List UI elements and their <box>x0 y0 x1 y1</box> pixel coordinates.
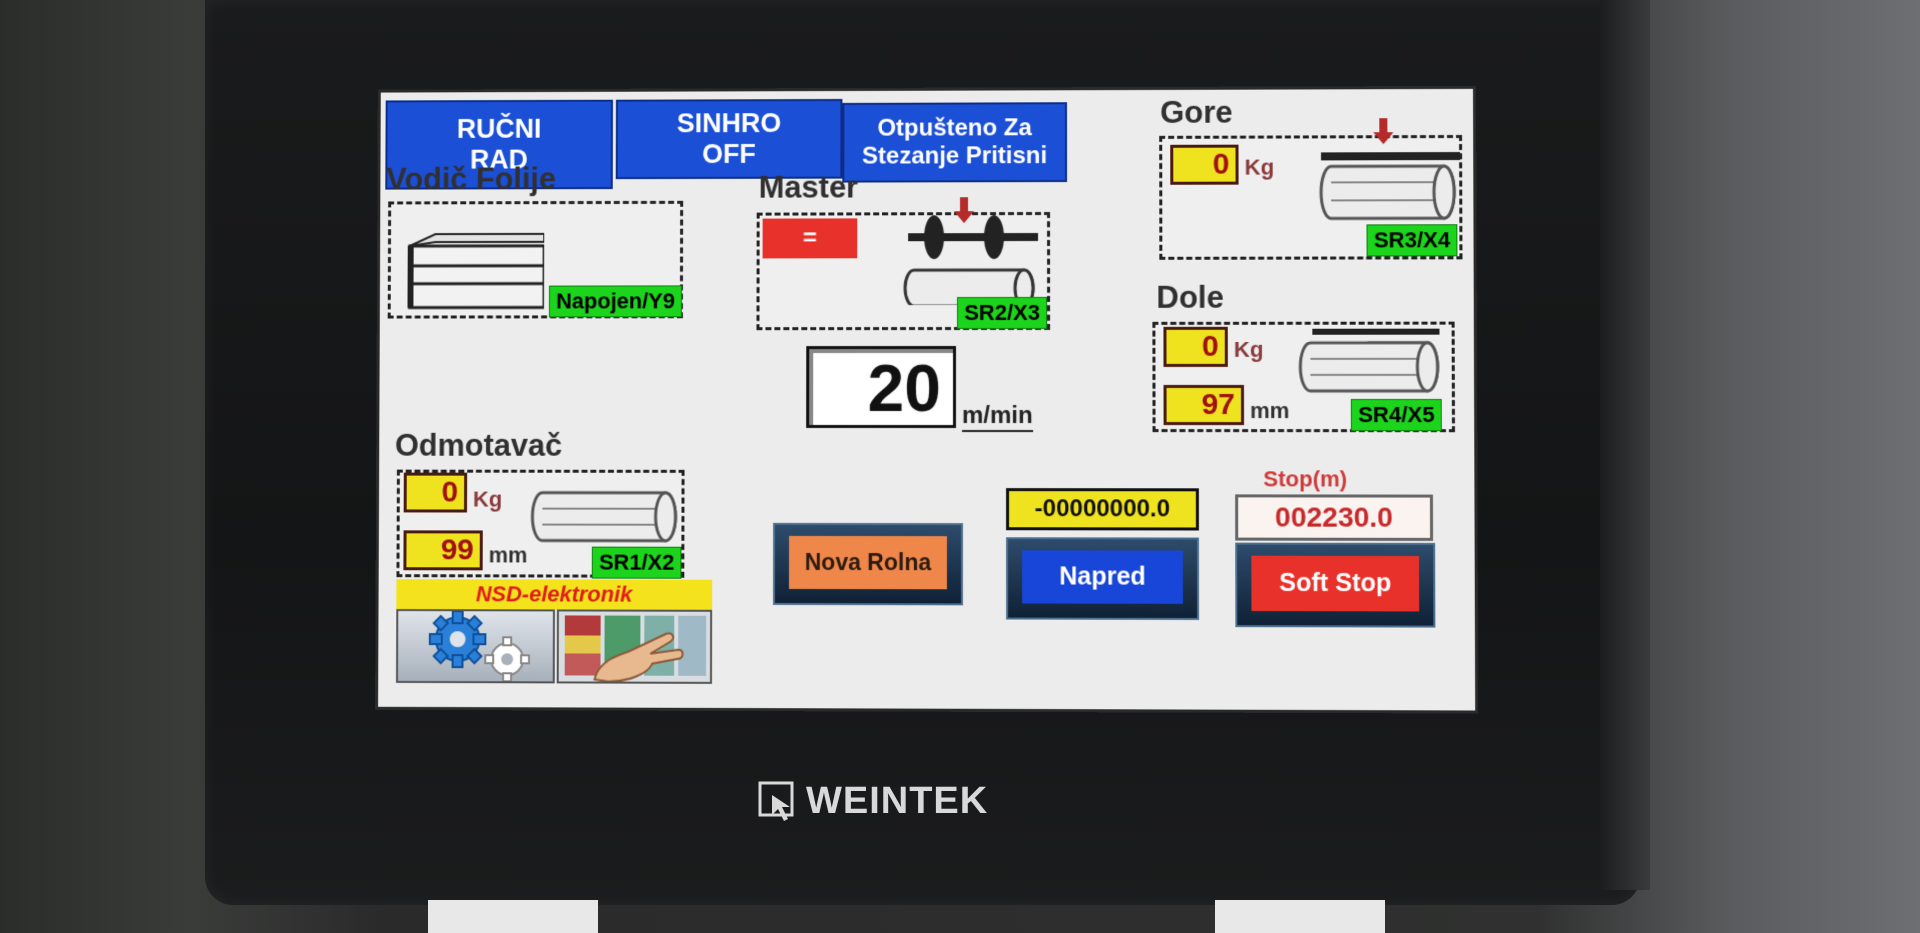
forward-button[interactable]: Napred <box>1022 550 1183 604</box>
odmotavac-panel: 0 Kg 99 mm SR1/X2 <box>396 469 685 579</box>
gore-weight-unit: Kg <box>1244 154 1275 180</box>
dole-status-label: SR4/X5 <box>1351 399 1442 432</box>
vodic-title: Vodič Folije <box>386 161 557 197</box>
forward-button-frame: Napred <box>1006 537 1200 620</box>
stop-value-input[interactable]: 002230.0 <box>1235 494 1434 541</box>
touch-panel-button[interactable] <box>556 609 713 684</box>
dole-diameter-unit: mm <box>1250 397 1290 424</box>
brand-bar: NSD-elektronik <box>396 579 713 610</box>
sync-button[interactable]: SINHRO OFF <box>615 98 843 180</box>
bottom-key-right <box>1215 900 1385 933</box>
gore-weight-value: 0 <box>1170 144 1239 185</box>
vodic-panel: Napojen/Y9 <box>387 200 684 319</box>
master-panel: = SR2/X3 <box>756 197 1051 331</box>
hand-touch-icon <box>564 615 707 684</box>
bezel-edge <box>1600 0 1650 890</box>
weintek-logo-icon <box>758 781 794 821</box>
dole-title: Dole <box>1156 279 1224 315</box>
hmi-screen: RUČNI RAD SINHRO OFF Otpušteno Za Stezan… <box>378 88 1476 711</box>
master-indicator: = <box>762 218 858 259</box>
settings-button[interactable] <box>396 609 555 683</box>
odmotavac-title: Odmotavač <box>394 427 563 463</box>
odmotavac-weight-value: 0 <box>403 472 468 513</box>
odmotavac-diameter-unit: mm <box>488 542 528 568</box>
dole-weight-value: 0 <box>1163 326 1228 367</box>
odmotavac-status-label: SR1/X2 <box>591 546 682 579</box>
gore-status-label: SR3/X4 <box>1366 224 1458 257</box>
gore-roller-icon <box>1313 118 1465 227</box>
vodic-status-label: Napojen/Y9 <box>549 285 682 318</box>
speed-unit: m/min <box>961 402 1033 433</box>
gore-title: Gore <box>1160 94 1233 130</box>
stop-label: Stop(m) <box>1263 466 1348 492</box>
odmotavac-roller-icon <box>530 487 685 549</box>
odmotavac-diameter-value: 99 <box>403 530 483 571</box>
master-roller-icon <box>904 197 1039 306</box>
dole-roller-icon <box>1296 328 1448 403</box>
master-title: Master <box>758 169 859 205</box>
gore-panel: 0 Kg SR3/X4 <box>1159 118 1463 260</box>
dole-panel: 0 Kg 97 mm SR4/X5 <box>1152 321 1455 433</box>
master-status-label: SR2/X3 <box>957 296 1048 330</box>
soft-stop-button[interactable]: Soft Stop <box>1251 555 1420 612</box>
length-counter: -00000000.0 <box>1006 488 1199 531</box>
brand-name: WEINTEK <box>806 780 989 822</box>
soft-stop-button-frame: Soft Stop <box>1235 542 1436 628</box>
speed-display: 20 <box>806 346 957 429</box>
bottom-key-left <box>428 900 598 933</box>
weintek-logo: WEINTEK <box>758 780 988 823</box>
film-guide-icon <box>396 232 545 310</box>
dole-weight-unit: Kg <box>1233 336 1264 362</box>
gear-icon <box>398 611 553 681</box>
odmotavac-weight-unit: Kg <box>472 486 503 512</box>
new-roll-button-frame: Nova Rolna <box>772 522 963 606</box>
new-roll-button[interactable]: Nova Rolna <box>788 535 947 590</box>
clamp-release-button[interactable]: Otpušteno Za Stezanje Pritisni <box>842 102 1068 183</box>
dole-diameter-value: 97 <box>1163 384 1245 426</box>
